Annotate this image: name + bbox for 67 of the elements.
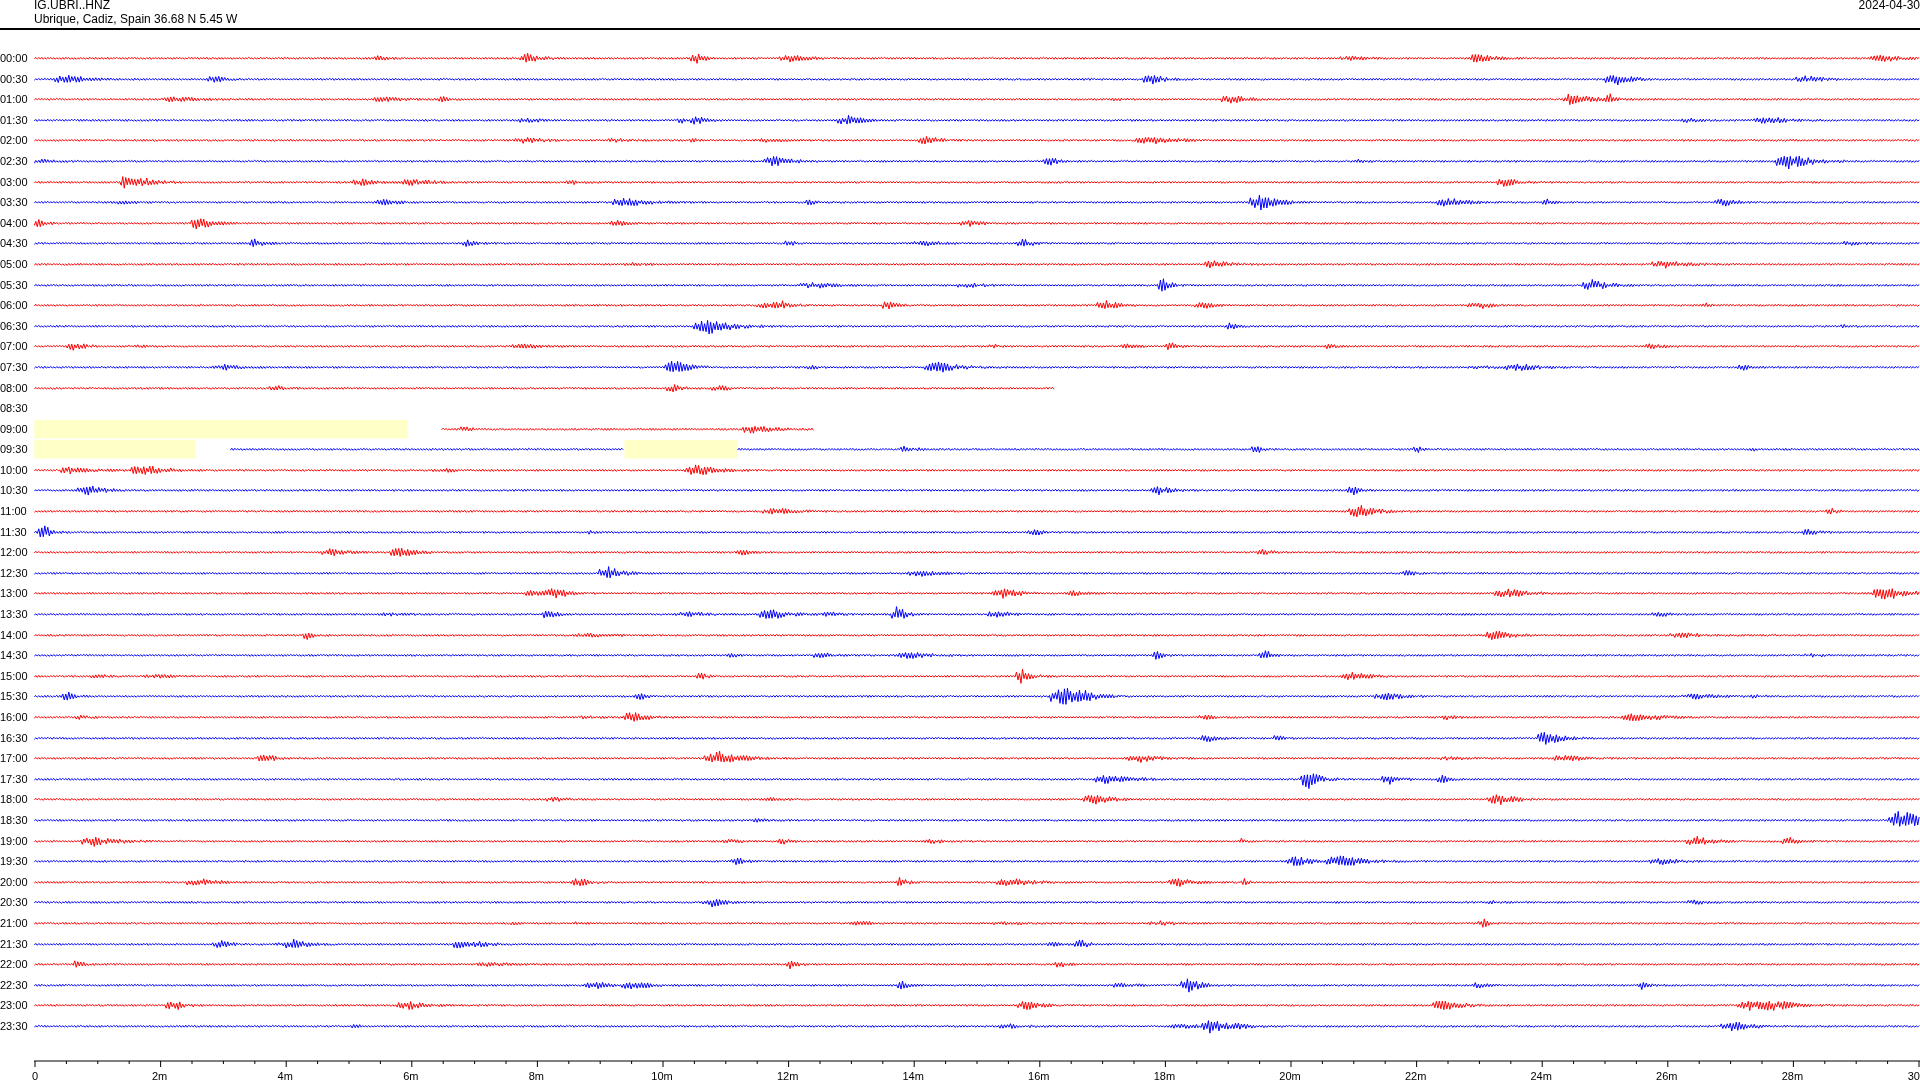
date-label: 2024-04-30 <box>1858 0 1920 14</box>
time-label: 09:30 <box>0 442 29 458</box>
axis-label: 2m <box>151 1069 168 1080</box>
time-label: 19:30 <box>0 854 29 870</box>
time-label: 03:30 <box>0 195 29 211</box>
axis-label: 6m <box>403 1069 419 1080</box>
time-label: 19:00 <box>0 833 29 849</box>
axis-label: 20m <box>1279 1069 1301 1080</box>
time-label: 22:00 <box>0 957 29 973</box>
axis-label: 4m <box>277 1069 293 1080</box>
time-label: 11:30 <box>0 524 28 540</box>
time-label: 01:30 <box>0 112 29 128</box>
time-label: 01:00 <box>0 92 29 108</box>
time-label: 21:00 <box>0 915 29 931</box>
time-label: 18:30 <box>0 812 29 828</box>
time-label: 23:30 <box>0 1018 29 1034</box>
axis-label: 26m <box>1656 1069 1678 1080</box>
time-label: 17:00 <box>0 751 29 767</box>
time-label: 07:30 <box>0 359 29 375</box>
time-label: 20:30 <box>0 895 29 911</box>
time-label: 03:00 <box>0 174 29 190</box>
axis-label: 28m <box>1781 1069 1804 1080</box>
time-label: 05:30 <box>0 277 29 293</box>
time-label: 10:30 <box>0 483 29 499</box>
time-label: 00:00 <box>0 51 29 66</box>
time-label: 06:30 <box>0 318 29 334</box>
time-label: 06:00 <box>0 298 29 314</box>
time-label: 07:00 <box>0 339 29 355</box>
station-code: IG.UBRI..HNZ <box>34 0 111 12</box>
axis-label: 30 <box>1907 1069 1920 1080</box>
time-label: 13:30 <box>0 607 29 623</box>
axis-label: 14m <box>902 1069 924 1080</box>
time-label: 00:30 <box>0 71 29 87</box>
axis-label: 8m <box>528 1069 545 1080</box>
time-label: 10:00 <box>0 462 29 478</box>
time-label: 17:30 <box>0 771 29 787</box>
axis-label: 16m <box>1028 1069 1050 1080</box>
time-label: 22:30 <box>0 977 29 993</box>
time-label: 08:00 <box>0 380 29 396</box>
station-location: Ubrique, Cadiz, Spain 36.68 N 5.45 W <box>34 12 238 26</box>
time-label: 12:30 <box>0 565 29 581</box>
axis-label: 22m <box>1404 1069 1427 1080</box>
time-label: 12:00 <box>0 545 29 561</box>
time-label: 23:00 <box>0 998 29 1014</box>
time-label: 15:30 <box>0 689 29 705</box>
time-label: 13:00 <box>0 586 29 602</box>
time-label: 04:00 <box>0 215 29 231</box>
axis-label: 10m <box>651 1069 673 1080</box>
time-label: 11:00 <box>0 504 28 520</box>
time-label: 08:30 <box>0 401 29 417</box>
time-label: 09:00 <box>0 421 29 437</box>
time-label: 21:30 <box>0 936 29 952</box>
time-label: 02:30 <box>0 153 29 169</box>
time-label: 18:00 <box>0 792 29 808</box>
time-label: 14:30 <box>0 648 29 664</box>
axis-label: 0 <box>32 1069 39 1080</box>
time-label: 05:00 <box>0 256 29 272</box>
time-label: 16:30 <box>0 730 29 746</box>
time-label: 02:00 <box>0 133 29 149</box>
time-label: 16:00 <box>0 710 29 725</box>
axis-label: 18m <box>1153 1069 1176 1080</box>
time-label: 20:00 <box>0 874 29 890</box>
time-label: 04:30 <box>0 236 29 252</box>
axis-label: 12m <box>776 1069 799 1080</box>
time-label: 14:00 <box>0 627 29 643</box>
axis-label: 24m <box>1530 1069 1552 1080</box>
time-label: 15:00 <box>0 668 29 684</box>
